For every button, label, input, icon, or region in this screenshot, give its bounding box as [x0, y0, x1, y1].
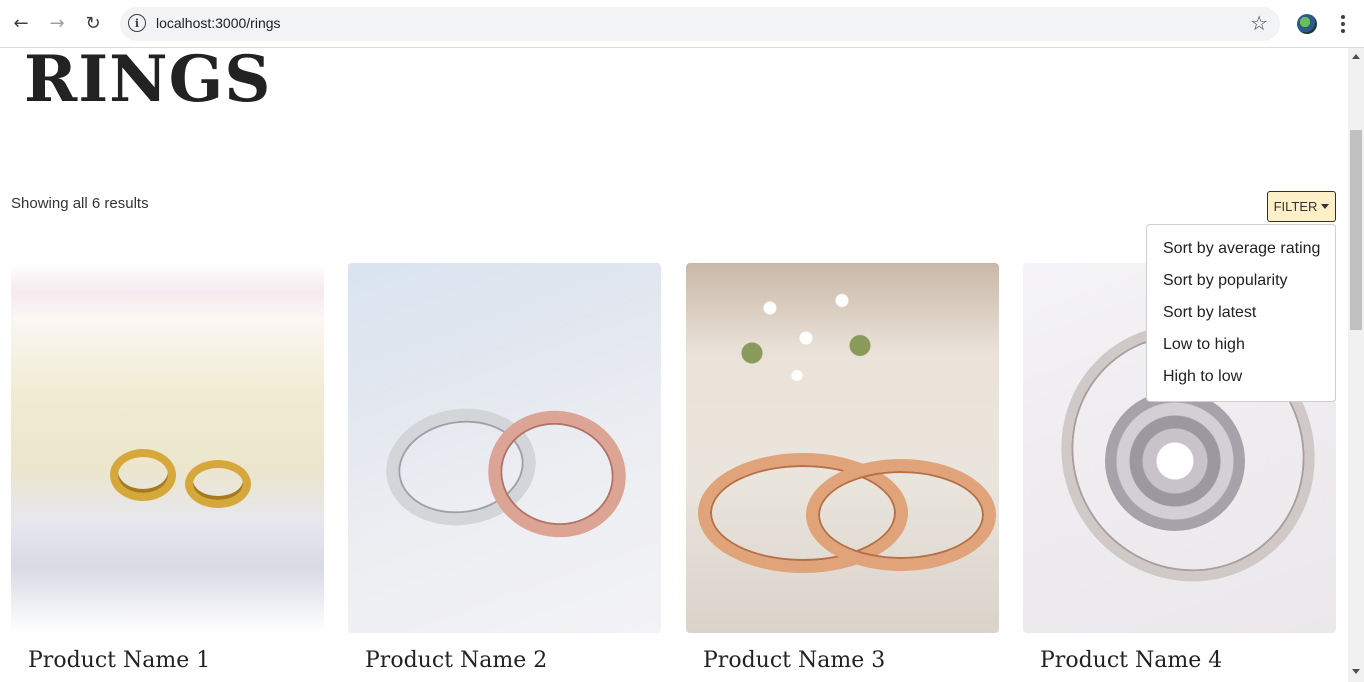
page-title: RINGS [24, 48, 272, 117]
browser-toolbar: ← → ↻ i localhost:3000/rings ☆ [0, 0, 1364, 48]
filter-button[interactable]: FILTER [1267, 191, 1336, 222]
product-card[interactable]: Product Name 1 [11, 263, 324, 673]
scrollbar-track[interactable] [1348, 48, 1364, 682]
bookmark-star-icon[interactable]: ☆ [1250, 11, 1268, 35]
results-count: Showing all 6 results [11, 195, 149, 212]
site-info-icon[interactable]: i [128, 14, 146, 32]
filter-dropdown-menu: Sort by average rating Sort by popularit… [1146, 224, 1336, 402]
product-name[interactable]: Product Name 2 [365, 648, 547, 673]
caret-down-icon [1321, 204, 1330, 209]
menu-item-sort-rating[interactable]: Sort by average rating [1147, 233, 1335, 265]
profile-avatar[interactable] [1297, 14, 1317, 34]
back-icon[interactable]: ← [7, 9, 35, 37]
menu-item-low-to-high[interactable]: Low to high [1147, 329, 1335, 361]
scrollbar-thumb[interactable] [1350, 130, 1362, 330]
filter-label: FILTER [1273, 199, 1318, 214]
menu-item-sort-popularity[interactable]: Sort by popularity [1147, 265, 1335, 297]
scroll-up-arrow-icon[interactable] [1352, 54, 1360, 59]
scroll-down-arrow-icon[interactable] [1352, 669, 1360, 674]
product-card[interactable]: Product Name 3 [686, 263, 999, 673]
menu-item-high-to-low[interactable]: High to low [1147, 361, 1335, 393]
address-bar[interactable]: i localhost:3000/rings ☆ [120, 7, 1280, 41]
product-name[interactable]: Product Name 1 [28, 648, 210, 673]
product-image[interactable] [686, 263, 999, 633]
product-image[interactable] [348, 263, 661, 633]
product-image[interactable] [11, 263, 324, 633]
menu-kebab-icon[interactable] [1333, 12, 1353, 36]
page-content: RINGS Showing all 6 results FILTER Sort … [0, 48, 1348, 682]
address-url[interactable]: localhost:3000/rings [156, 15, 281, 31]
forward-icon[interactable]: → [43, 9, 71, 37]
reload-icon[interactable]: ↻ [79, 9, 107, 37]
product-name[interactable]: Product Name 3 [703, 648, 885, 673]
menu-item-sort-latest[interactable]: Sort by latest [1147, 297, 1335, 329]
product-card[interactable]: Product Name 2 [348, 263, 661, 673]
product-name[interactable]: Product Name 4 [1040, 648, 1222, 673]
